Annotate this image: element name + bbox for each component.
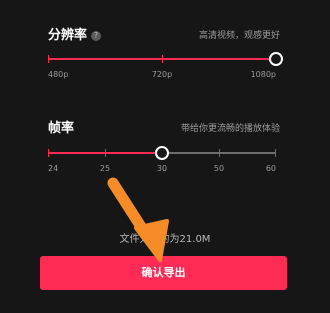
resolution-option-label[interactable]: 1080p: [251, 70, 276, 79]
frame-rate-option-label[interactable]: 24: [48, 164, 58, 173]
frame-rate-slider-tick: [275, 149, 276, 157]
file-size-estimate: 文件大小约为21.0M: [119, 234, 211, 245]
resolution-option-label[interactable]: 480p: [48, 70, 68, 79]
frame-rate-header: 帧率 带给你更流畅的播放体验: [48, 121, 280, 137]
resolution-title: 分辨率: [48, 28, 88, 43]
resolution-option-label[interactable]: 720p: [152, 70, 172, 79]
frame-rate-option-label[interactable]: 50: [214, 164, 224, 173]
resolution-option-labels: 480p 720p 1080p: [48, 70, 276, 82]
frame-rate-hint: 带给你更流畅的播放体验: [180, 124, 280, 134]
resolution-slider[interactable]: [48, 52, 283, 66]
resolution-slider-ticks: [48, 55, 276, 63]
resolution-slider-tick: [48, 55, 49, 63]
frame-rate-title: 帧率: [48, 121, 75, 136]
help-icon[interactable]: ?: [91, 31, 102, 41]
frame-rate-slider-thumb[interactable]: [155, 146, 169, 160]
frame-rate-option-label[interactable]: 60: [266, 164, 276, 173]
frame-rate-title-group: 帧率: [48, 121, 74, 137]
frame-rate-slider[interactable]: [48, 146, 276, 160]
resolution-header: 分辨率 ? 高清视频，观感更好: [48, 28, 280, 44]
resolution-slider-thumb[interactable]: [269, 52, 283, 66]
confirm-export-button[interactable]: 确认导出: [40, 256, 287, 290]
frame-rate-option-label[interactable]: 25: [100, 164, 110, 173]
frame-rate-option-labels: 24 25 30 50 60: [48, 164, 276, 176]
frame-rate-slider-tick: [219, 149, 220, 157]
resolution-slider-tick: [162, 55, 163, 63]
resolution-hint: 高清视频，观感更好: [198, 31, 280, 41]
frame-rate-slider-tick: [105, 149, 106, 157]
frame-rate-option-label[interactable]: 30: [157, 164, 167, 173]
frame-rate-slider-tick: [48, 149, 49, 157]
resolution-title-group: 分辨率 ?: [48, 28, 102, 44]
